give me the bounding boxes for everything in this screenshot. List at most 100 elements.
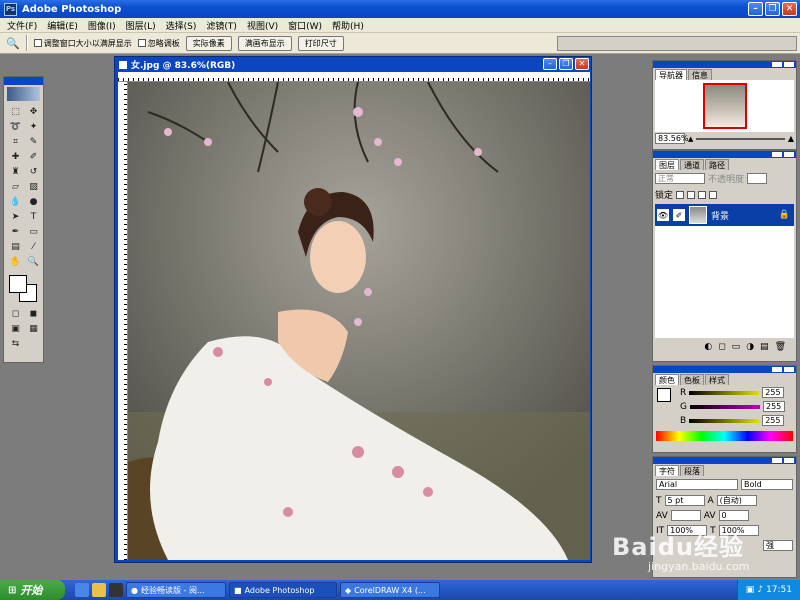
blur-tool-icon[interactable]: 💧 [7,195,24,209]
type-tool-icon[interactable]: T [25,210,42,224]
path-select-icon[interactable]: ➤ [7,210,24,224]
navigator-thumbnail[interactable] [702,83,747,129]
explorer-icon[interactable] [92,583,106,597]
menu-window[interactable]: 窗口(W) [283,19,327,32]
lock-position-checkbox[interactable] [698,190,707,199]
resize-window-checkbox[interactable]: 调整窗口大小以满屏显示 [33,38,132,49]
panel-header[interactable] [653,366,796,373]
doc-close-button[interactable]: ✕ [575,58,589,70]
delete-layer-icon[interactable]: 🗑 [775,342,786,352]
font-family-select[interactable]: Arial [656,479,738,490]
standard-mode-icon[interactable]: ◻ [7,307,24,321]
tray-network-icon[interactable]: ▣ [746,585,755,595]
layer-mask-icon[interactable]: ◻ [718,342,725,352]
kerning-field[interactable] [670,510,701,521]
magic-wand-icon[interactable]: ✦ [25,120,42,134]
tab-channels[interactable]: 通道 [680,159,704,170]
brush-icon[interactable]: ✐ [673,209,685,221]
quickmask-mode-icon[interactable]: ◼ [25,307,42,321]
spectrum-bar[interactable] [656,431,793,441]
checkbox-box[interactable] [33,39,42,47]
screen-mode-icon[interactable]: ▣ [7,322,24,336]
eye-icon[interactable]: 👁 [657,209,669,221]
tab-paths[interactable]: 路径 [705,159,729,170]
tab-paragraph[interactable]: 段落 [680,465,704,476]
new-set-icon[interactable]: ▭ [732,342,741,352]
channel-b-value[interactable]: 255 [762,415,785,426]
channel-g-slider[interactable] [689,404,760,409]
task-coreldraw[interactable]: ◆ CorelDRAW X4 (... [340,582,440,598]
close-button[interactable]: ✕ [782,2,797,16]
menu-file[interactable]: 文件(F) [2,19,42,32]
vertical-ruler[interactable] [118,82,128,560]
history-brush-icon[interactable]: ↺ [25,165,42,179]
doc-restore-button[interactable]: ❐ [559,58,573,70]
shape-tool-icon[interactable]: ▭ [25,225,42,239]
tab-info[interactable]: 信息 [688,69,712,80]
layer-style-icon[interactable]: ◐ [704,342,712,352]
panel-header[interactable] [653,457,796,464]
zoom-tool-icon[interactable]: 🔍 [25,255,42,269]
lock-transparency-checkbox[interactable] [676,190,685,199]
menu-filter[interactable]: 滤镜(T) [201,19,242,32]
marquee-tool-icon[interactable]: ⬚ [7,105,24,119]
zoom-out-icon[interactable]: ▲ [688,135,693,143]
pen-tool-icon[interactable]: ✒ [7,225,24,239]
horizontal-ruler[interactable] [118,72,590,82]
navigator-preview[interactable] [655,80,794,132]
menu-image[interactable]: 图像(I) [83,19,121,32]
maximize-button[interactable]: ❐ [765,2,780,16]
leading-field[interactable]: (自动) [716,495,757,506]
toolbox-header[interactable] [4,77,43,85]
adjustment-layer-icon[interactable]: ◑ [746,342,754,352]
start-button[interactable]: ⊞ 开始 [0,580,65,600]
show-desktop-icon[interactable] [75,583,89,597]
tray-clock[interactable]: 17:51 [766,585,792,595]
font-style-select[interactable]: Bold [741,479,793,490]
task-reader[interactable]: ● 经验畅读版 - 阅... [126,582,226,598]
antialias-select[interactable]: 强 [763,540,793,551]
slice-tool-icon[interactable]: ✎ [25,135,42,149]
brush-tool-icon[interactable]: ✐ [25,150,42,164]
eraser-tool-icon[interactable]: ▱ [7,180,24,194]
navigator-zoom-field[interactable]: 83.56% [655,133,689,144]
ignore-palettes-checkbox[interactable]: 忽略调板 [137,38,180,49]
adobe-logo-icon[interactable] [7,87,40,101]
notes-tool-icon[interactable]: ▤ [7,240,24,254]
panel-header[interactable] [653,61,796,68]
color-fg-swatch[interactable] [657,388,671,402]
tray-volume-icon[interactable]: ♪ [757,585,763,595]
tracking-field[interactable]: 0 [718,510,749,521]
lock-pixels-checkbox[interactable] [687,190,696,199]
menu-help[interactable]: 帮助(H) [327,19,369,32]
move-tool-icon[interactable]: ✥ [25,105,42,119]
tab-swatches[interactable]: 色板 [680,374,704,385]
eyedropper-icon[interactable]: ⁄ [25,240,42,254]
document-title-bar[interactable]: 女.jpg @ 83.6%(RGB) [115,57,591,72]
channel-r-value[interactable]: 255 [762,387,785,398]
fullscreen-mode-icon[interactable]: ▦ [25,322,42,336]
minimize-button[interactable]: – [748,2,763,16]
tab-navigator[interactable]: 导航器 [655,69,687,80]
channel-b-slider[interactable] [689,418,760,423]
menu-view[interactable]: 视图(V) [242,19,283,32]
gradient-tool-icon[interactable]: ▨ [25,180,42,194]
print-size-button[interactable]: 打印尺寸 [297,35,344,51]
lock-all-checkbox[interactable] [709,190,718,199]
opacity-field[interactable] [747,173,768,184]
task-photoshop[interactable]: ■ Adobe Photoshop [229,582,337,598]
panel-header[interactable] [653,151,796,158]
stamp-tool-icon[interactable]: ♜ [7,165,24,179]
jump-to-imageready-icon[interactable]: ⇆ [7,337,24,351]
lasso-tool-icon[interactable]: ➰ [7,120,24,134]
actual-pixels-button[interactable]: 实际像素 [185,35,232,51]
zoom-tool-icon[interactable]: 🔍 [6,37,20,50]
zoom-in-icon[interactable]: ▲ [788,134,794,143]
layer-row[interactable]: 👁 ✐ 背景 🔒 [655,204,794,226]
menu-layer[interactable]: 图层(L) [121,19,161,32]
channel-r-slider[interactable] [689,390,760,395]
new-layer-icon[interactable]: ▤ [760,342,769,352]
healing-brush-icon[interactable]: ✚ [7,150,24,164]
zoom-slider[interactable] [696,137,785,140]
dodge-tool-icon[interactable]: ● [25,195,42,209]
